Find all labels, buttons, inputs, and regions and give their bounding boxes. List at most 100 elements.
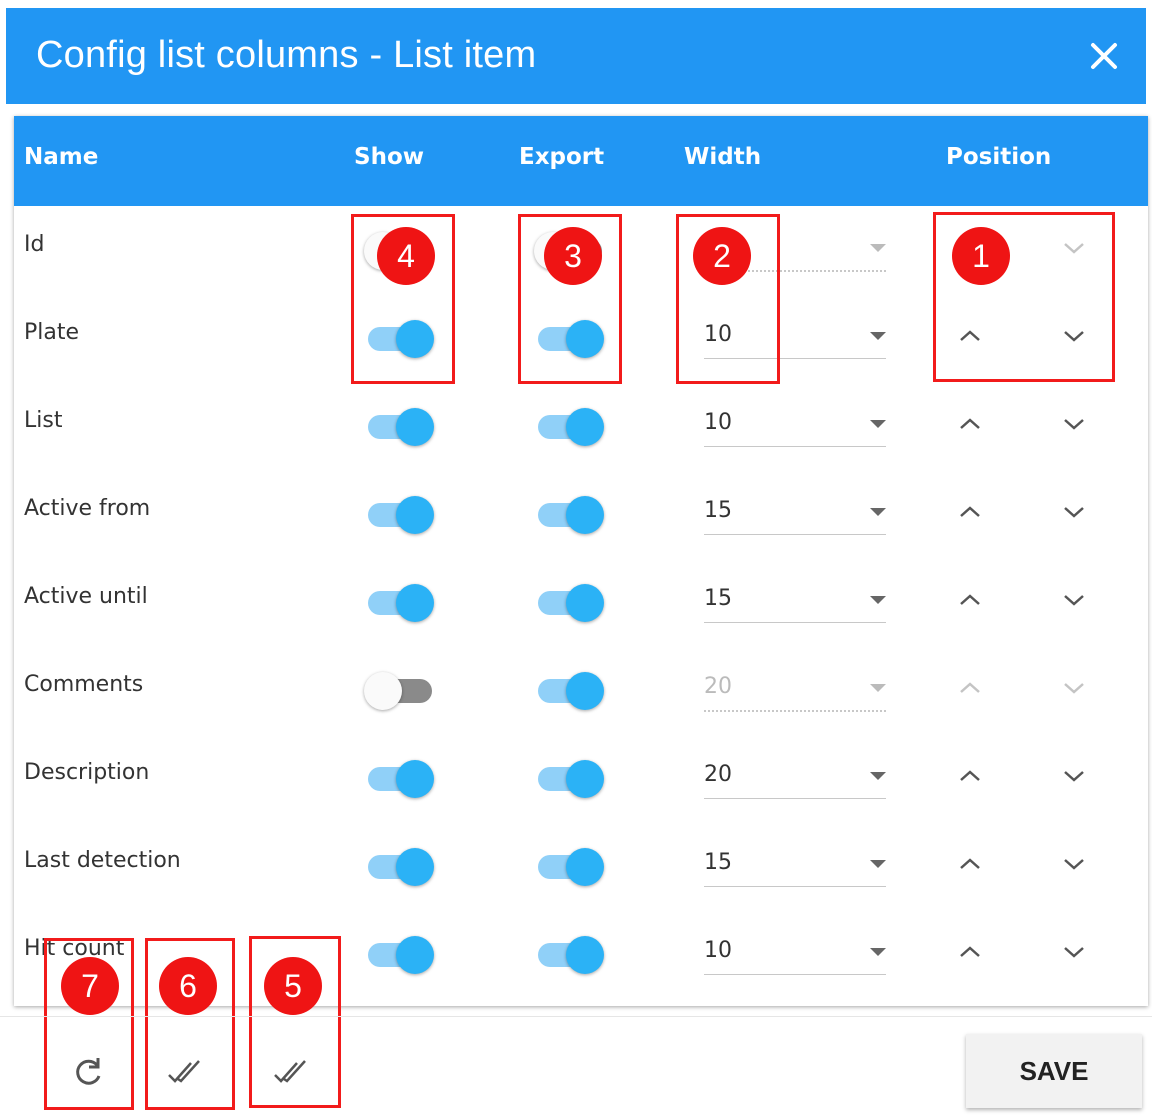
move-down-button[interactable] <box>1054 934 1094 974</box>
reset-button[interactable] <box>66 1050 110 1094</box>
table-header: Name Show Export Width Position <box>14 116 1148 206</box>
move-up-button[interactable] <box>950 846 990 886</box>
move-up-button[interactable] <box>950 934 990 974</box>
table-row: Comments 20 <box>14 646 1148 734</box>
show-toggle[interactable] <box>364 406 434 446</box>
move-down-button[interactable] <box>1054 582 1094 622</box>
chevron-up-icon <box>956 854 984 878</box>
dropdown-arrow-icon <box>870 772 886 780</box>
dialog-header: Config list columns - List item <box>6 8 1146 104</box>
dropdown-arrow-icon <box>870 508 886 516</box>
move-up-button[interactable] <box>950 670 990 710</box>
annotation-badge: 3 <box>544 227 602 285</box>
width-select[interactable]: 10 <box>704 928 886 975</box>
width-select[interactable]: 20 <box>704 664 886 712</box>
move-up-button[interactable] <box>950 582 990 622</box>
column-name: Plate <box>24 320 80 345</box>
column-name: Comments <box>24 672 144 697</box>
header-position: Position <box>946 144 1052 170</box>
dropdown-arrow-icon <box>870 860 886 868</box>
double-check-icon <box>274 1060 306 1083</box>
chevron-up-icon <box>956 678 984 702</box>
width-select[interactable]: 15 <box>704 488 886 535</box>
chevron-up-icon <box>956 502 984 526</box>
close-button[interactable] <box>1084 36 1124 76</box>
column-name: Active from <box>24 496 151 521</box>
show-toggle[interactable] <box>364 934 434 974</box>
move-down-button[interactable] <box>1054 670 1094 710</box>
width-value: 15 <box>704 586 732 611</box>
dropdown-arrow-icon <box>870 596 886 604</box>
table-row: Active from 15 <box>14 470 1148 558</box>
double-check-icon <box>168 1060 200 1083</box>
header-width: Width <box>684 144 762 170</box>
dialog-title: Config list columns - List item <box>36 34 537 76</box>
export-toggle[interactable] <box>534 934 604 974</box>
chevron-down-icon <box>1060 678 1088 702</box>
export-toggle[interactable] <box>534 494 604 534</box>
width-value: 10 <box>704 410 732 435</box>
annotation-badge: 6 <box>159 957 217 1015</box>
export-toggle[interactable] <box>534 758 604 798</box>
export-toggle[interactable] <box>534 670 604 710</box>
chevron-up-icon <box>956 942 984 966</box>
show-toggle[interactable] <box>364 582 434 622</box>
chevron-down-icon <box>1060 854 1088 878</box>
show-toggle[interactable] <box>364 758 434 798</box>
header-export: Export <box>519 144 605 170</box>
chevron-down-icon <box>1060 590 1088 614</box>
export-all-button[interactable] <box>270 1050 314 1094</box>
column-name: Active until <box>24 584 148 609</box>
header-name: Name <box>24 144 99 170</box>
dropdown-arrow-icon <box>870 244 886 252</box>
annotation-badge: 4 <box>377 227 435 285</box>
column-name: Id <box>24 232 45 257</box>
width-value: 15 <box>704 498 732 523</box>
annotation-badge: 1 <box>952 227 1010 285</box>
width-select[interactable]: 10 <box>704 400 886 447</box>
width-select[interactable]: 15 <box>704 840 886 887</box>
chevron-down-icon <box>1060 766 1088 790</box>
close-icon <box>1091 43 1117 69</box>
header-show: Show <box>354 144 424 170</box>
chevron-up-icon <box>956 766 984 790</box>
width-select[interactable]: 20 <box>704 752 886 799</box>
width-value: 15 <box>704 850 732 875</box>
show-toggle[interactable] <box>364 846 434 886</box>
show-all-button[interactable] <box>164 1050 208 1094</box>
chevron-down-icon <box>1060 502 1088 526</box>
move-up-button[interactable] <box>950 406 990 446</box>
column-name: List <box>24 408 63 433</box>
move-down-button[interactable] <box>1054 406 1094 446</box>
annotation-badge: 2 <box>693 227 751 285</box>
column-name: Last detection <box>24 848 181 873</box>
chevron-up-icon <box>956 590 984 614</box>
refresh-icon <box>76 1058 101 1085</box>
export-toggle[interactable] <box>534 406 604 446</box>
table-row: Active until 15 <box>14 558 1148 646</box>
width-value: 10 <box>704 938 732 963</box>
footer-divider <box>0 1016 1152 1017</box>
dropdown-arrow-icon <box>870 684 886 692</box>
dropdown-arrow-icon <box>870 948 886 956</box>
annotation-badge: 5 <box>264 957 322 1015</box>
width-select[interactable]: 15 <box>704 576 886 623</box>
move-down-button[interactable] <box>1054 846 1094 886</box>
chevron-down-icon <box>1060 942 1088 966</box>
column-name: Description <box>24 760 150 785</box>
show-toggle[interactable] <box>364 494 434 534</box>
export-toggle[interactable] <box>534 846 604 886</box>
table-row: Last detection 15 <box>14 822 1148 910</box>
show-toggle[interactable] <box>364 670 434 710</box>
table-row: List 10 <box>14 382 1148 470</box>
chevron-down-icon <box>1060 414 1088 438</box>
chevron-up-icon <box>956 414 984 438</box>
export-toggle[interactable] <box>534 582 604 622</box>
table-row: Description 20 <box>14 734 1148 822</box>
save-button[interactable]: SAVE <box>966 1034 1142 1108</box>
move-down-button[interactable] <box>1054 494 1094 534</box>
dropdown-arrow-icon <box>870 332 886 340</box>
move-up-button[interactable] <box>950 494 990 534</box>
move-down-button[interactable] <box>1054 758 1094 798</box>
move-up-button[interactable] <box>950 758 990 798</box>
